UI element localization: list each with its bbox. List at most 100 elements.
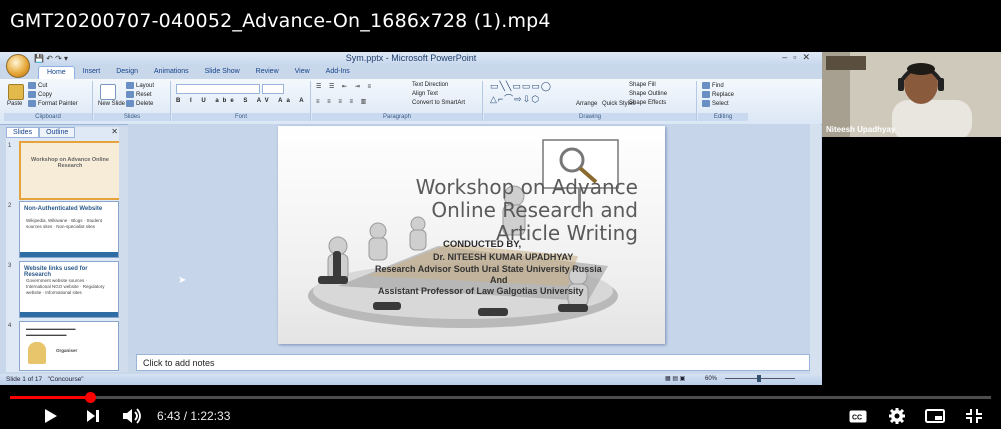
drawing-label: Drawing: [484, 113, 696, 121]
person-illustration: [28, 342, 46, 364]
arrange-button[interactable]: Arrange: [576, 101, 597, 107]
slide-thumbnail-1[interactable]: Workshop on Advance Online Research: [19, 141, 121, 200]
tab-review[interactable]: Review: [248, 66, 287, 79]
replace-icon: [702, 91, 710, 98]
find-button[interactable]: Find: [702, 82, 724, 89]
thumbnail-number: 4: [8, 323, 12, 329]
slide-conducted-by: CONDUCTED BY,: [443, 239, 522, 250]
thumbnail-number: 1: [8, 143, 12, 149]
convert-smartart-button[interactable]: Convert to SmartArt: [412, 100, 465, 106]
font-format-buttons[interactable]: B I U abe S AV Aa A: [176, 98, 308, 104]
clipboard-label: Clipboard: [4, 113, 92, 121]
slides-group: New Slide Layout Reset Delete Slides: [94, 81, 171, 121]
slide-title: Workshop on Advance Online Research and …: [318, 176, 638, 245]
ribbon-tabs: Home Insert Design Animations Slide Show…: [38, 66, 358, 79]
zoom-thumb[interactable]: [757, 375, 761, 382]
align-buttons[interactable]: ≡ ≡ ≡ ≡ ▥: [316, 98, 369, 105]
brush-icon: [28, 100, 36, 107]
window-controls[interactable]: –▫✕: [782, 52, 816, 63]
copy-button[interactable]: Copy: [28, 91, 52, 98]
drawing-group: ▭╲╲▭▭▭◯ △⌐⌒⇨⇩⬡ Arrange Quick Styles Shap…: [484, 81, 697, 121]
zoom-level: 60%: [705, 376, 718, 382]
thumbnail-lines: ▬▬▬▬▬▬▬▬▬▬▬ ▬▬▬▬▬▬▬▬▬: [26, 326, 76, 337]
time-display: 6:43 / 1:22:33: [157, 409, 231, 423]
delete-icon: [126, 100, 134, 107]
window-title: Sym.pptx - Microsoft PowerPoint: [345, 53, 477, 63]
shape-effects-button[interactable]: Shape Effects: [629, 100, 666, 106]
thumbnail-scrollbar[interactable]: [119, 127, 128, 372]
tab-outline[interactable]: Outline: [39, 127, 76, 138]
zoom-slider[interactable]: ▦ ▤ ▣ 60%: [665, 374, 805, 385]
reset-icon: [126, 91, 134, 98]
office-button[interactable]: [6, 54, 30, 78]
tab-slide-show[interactable]: Slide Show: [197, 66, 248, 79]
slide-presenter-name: Dr. NITEESH KUMAR UPADHYAY: [433, 252, 574, 262]
pane-tabs: Slides Outline: [6, 127, 76, 138]
tab-animations[interactable]: Animations: [146, 66, 197, 79]
new-slide-button[interactable]: New Slide: [98, 101, 125, 107]
shapes-gallery-row2[interactable]: △⌐⌒⇨⇩⬡: [490, 92, 540, 105]
tab-insert[interactable]: Insert: [75, 66, 109, 79]
shape-fill-button[interactable]: Shape Fill: [629, 82, 656, 88]
thumbnail-title: Workshop on Advance Online Research: [31, 157, 109, 169]
current-slide[interactable]: Workshop on Advance Online Research and …: [278, 126, 665, 344]
thumbnail-body: Organiser: [56, 348, 78, 353]
scrubber-handle[interactable]: [84, 392, 96, 403]
shapes-gallery[interactable]: ▭╲╲▭▭▭◯: [490, 81, 552, 92]
reset-button[interactable]: Reset: [126, 91, 152, 98]
delete-button[interactable]: Delete: [126, 100, 153, 107]
slide-role-1: Research Advisor South Ural State Univer…: [375, 264, 602, 274]
align-text-button[interactable]: Align Text: [412, 91, 438, 97]
view-buttons[interactable]: ▦ ▤ ▣: [665, 374, 685, 385]
new-slide-icon[interactable]: [100, 84, 116, 100]
font-name-field[interactable]: [176, 84, 260, 94]
settings-gear-icon[interactable]: [889, 408, 905, 429]
format-painter-button[interactable]: Format Painter: [28, 100, 78, 107]
next-icon[interactable]: [86, 409, 100, 428]
slide-thumbnail-2[interactable]: Non-Authenticated Website Wikipedia, Wik…: [19, 201, 119, 258]
paste-icon[interactable]: [8, 84, 24, 100]
layout-button[interactable]: Layout: [126, 82, 154, 89]
text-direction-button[interactable]: Text Direction: [412, 82, 448, 88]
slide-scrollbar[interactable]: [810, 124, 821, 374]
replace-button[interactable]: Replace: [702, 91, 734, 98]
paragraph-label: Paragraph: [312, 113, 482, 121]
font-size-field[interactable]: [262, 84, 284, 94]
thumbnail-bar: [20, 312, 118, 317]
tab-home[interactable]: Home: [38, 66, 75, 79]
miniplayer-icon[interactable]: [925, 409, 945, 428]
editing-group: Find Replace Select Editing: [698, 81, 748, 121]
volume-icon[interactable]: [122, 408, 144, 429]
captions-icon[interactable]: CC: [849, 410, 867, 428]
tab-add-ins[interactable]: Add-Ins: [318, 66, 358, 79]
close-icon[interactable]: ✕: [111, 127, 118, 136]
ribbon: Paste Cut Copy Format Painter Clipboard …: [0, 79, 822, 125]
window-titlebar: Sym.pptx - Microsoft PowerPoint –▫✕: [0, 52, 822, 66]
slides-label: Slides: [94, 113, 170, 121]
notes-pane[interactable]: Click to add notes: [136, 354, 810, 371]
layout-icon: [126, 82, 134, 89]
quick-access-toolbar[interactable]: 💾 ↶ ↷ ▾: [34, 54, 68, 63]
thumbnail-number: 2: [8, 203, 12, 209]
font-group: B I U abe S AV Aa A Font: [172, 81, 311, 121]
list-buttons[interactable]: ☰ ☰ ⇤ ⇥ ≡: [316, 83, 374, 90]
progress-track[interactable]: [10, 396, 991, 399]
thumbnail-bar: [20, 252, 118, 257]
slide-thumbnail-3[interactable]: Website links used for Research Governme…: [19, 261, 119, 318]
cut-button[interactable]: Cut: [28, 82, 47, 89]
slide-status: Slide 1 of 17 "Concourse": [6, 376, 84, 383]
tab-design[interactable]: Design: [108, 66, 146, 79]
exit-fullscreen-icon[interactable]: [965, 408, 983, 429]
slide-title-line: Online Research and: [431, 198, 638, 222]
paste-button[interactable]: Paste: [7, 101, 22, 107]
play-icon[interactable]: [44, 408, 58, 429]
thumbnail-title: Website links used for Research: [24, 266, 88, 278]
select-icon: [702, 100, 710, 107]
tab-view[interactable]: View: [287, 66, 318, 79]
thumbnail-number: 3: [8, 263, 12, 269]
clipboard-group: Paste Cut Copy Format Painter Clipboard: [4, 81, 93, 121]
tab-slides[interactable]: Slides: [6, 127, 40, 138]
slide-thumbnail-4[interactable]: ▬▬▬▬▬▬▬▬▬▬▬ ▬▬▬▬▬▬▬▬▬ Organiser: [19, 321, 119, 371]
shape-outline-button[interactable]: Shape Outline: [629, 91, 667, 97]
select-button[interactable]: Select: [702, 100, 729, 107]
